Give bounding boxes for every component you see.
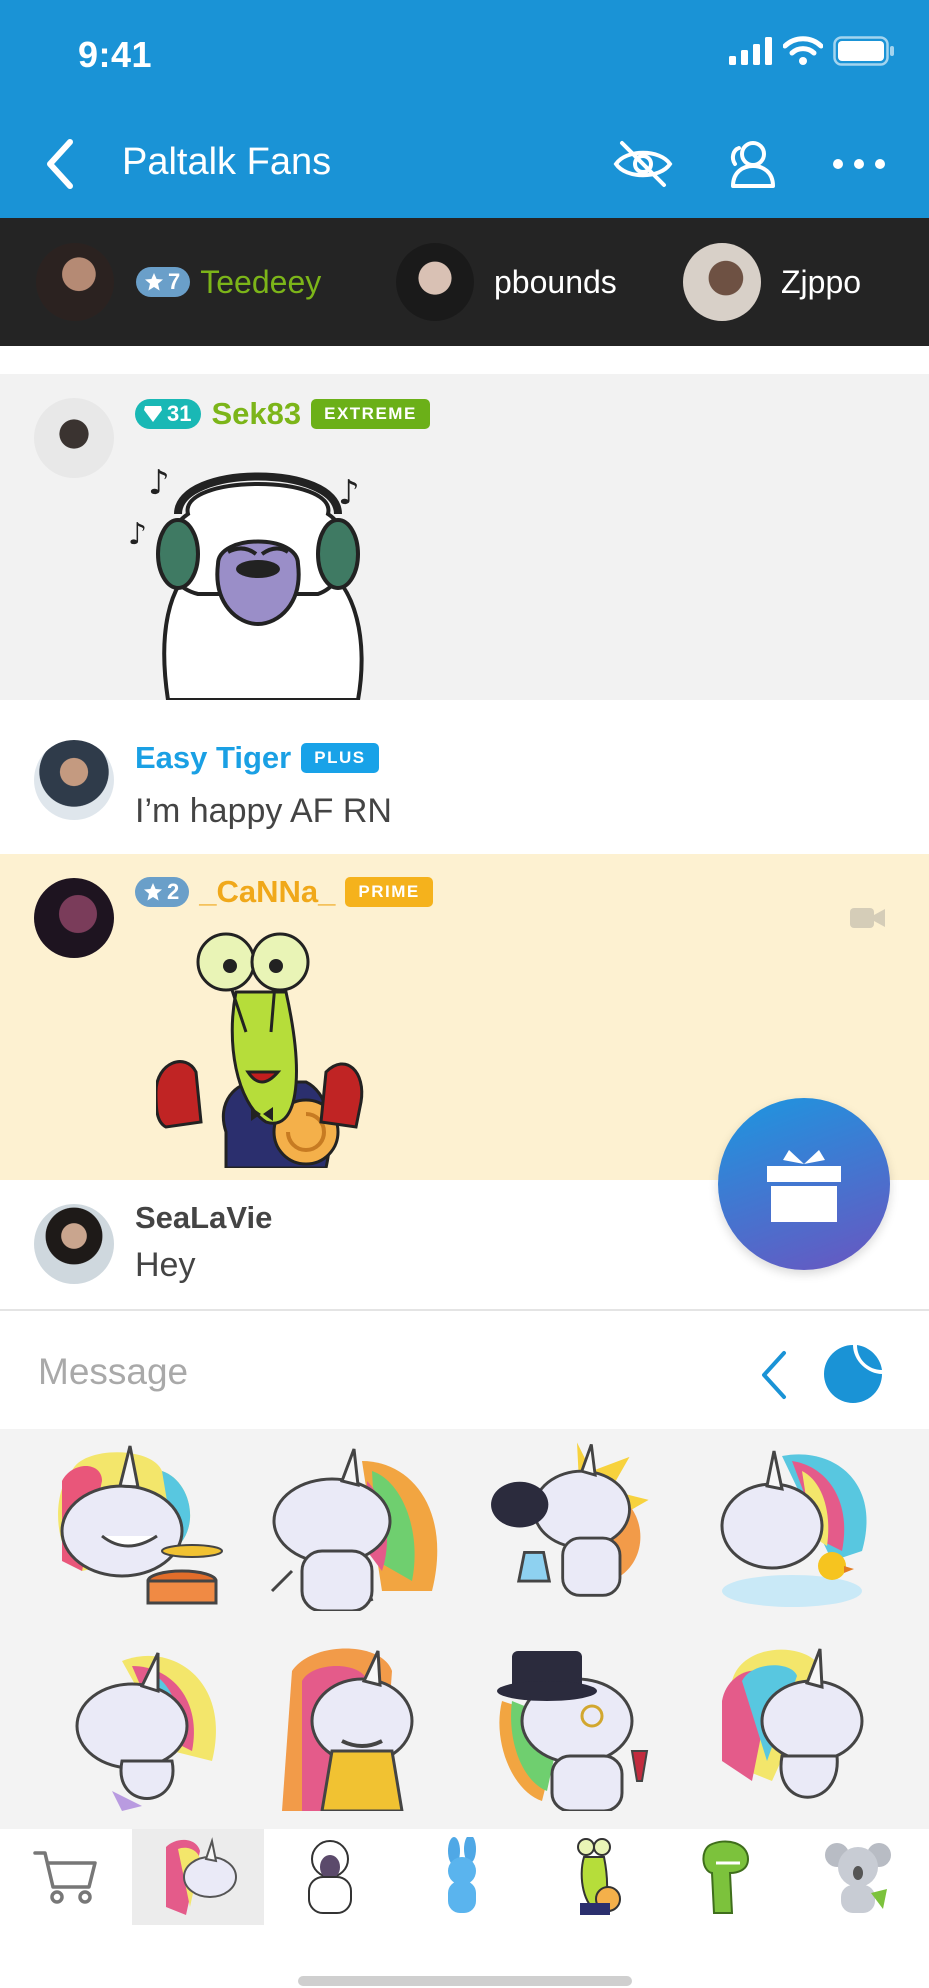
message-input[interactable]: Message — [38, 1351, 188, 1393]
cart-icon — [33, 1851, 97, 1904]
sheep-headphones-sticker: ♪ ♪ ♪ — [128, 463, 364, 700]
viewer-name: pbounds — [494, 263, 617, 300]
sticker-store-button[interactable] — [0, 1829, 132, 1925]
message-header: SeaLaVie — [135, 1200, 272, 1236]
username[interactable]: Easy Tiger — [135, 740, 291, 776]
rabbit-pack-icon — [448, 1837, 476, 1913]
rank-badge: 7 — [136, 267, 191, 297]
more-dots-icon — [833, 159, 885, 169]
avatar[interactable] — [34, 740, 114, 820]
message-header: 2 _CaNNa_ PRIME — [135, 874, 433, 910]
eye-hidden-icon — [613, 141, 673, 187]
sheep-pack-icon — [308, 1840, 352, 1914]
sticker-grid — [0, 1429, 929, 1829]
back-chevron-icon[interactable] — [38, 134, 82, 194]
sticker-toggle-icon[interactable] — [822, 1343, 884, 1405]
koala-pack-icon — [825, 1843, 891, 1913]
viewer-teedeey[interactable]: 7 Teedeey — [36, 242, 321, 322]
rank-badge: 2 — [135, 877, 190, 907]
svg-text:♪: ♪ — [148, 463, 170, 503]
svg-text:♪: ♪ — [128, 517, 147, 552]
room-title: Paltalk Fans — [122, 141, 332, 183]
pack-tab-snail[interactable] — [528, 1829, 660, 1925]
pack-tab-koala[interactable] — [792, 1829, 924, 1925]
users-button[interactable] — [718, 134, 784, 194]
svg-text:♪: ♪ — [338, 473, 360, 513]
more-button[interactable] — [826, 134, 892, 194]
dinosaur-pack-icon — [702, 1840, 750, 1914]
sticker-packs-bar — [0, 1829, 929, 1927]
viewer-name: Zjppo — [781, 263, 862, 300]
unicorn-shrug-sticker[interactable] — [262, 1441, 452, 1611]
avatar — [36, 243, 114, 321]
tier-badge: PRIME — [345, 877, 433, 907]
viewer-zjppo[interactable]: Zjppo — [683, 242, 861, 322]
avatar — [683, 243, 761, 321]
unicorn-pack-icon — [166, 1837, 237, 1915]
snail-pack-icon — [577, 1838, 621, 1915]
gift-button[interactable] — [718, 1098, 890, 1270]
chat-message: Easy Tiger PLUS I’m happy AF RN — [0, 700, 929, 854]
pack-tab-dinosaur[interactable] — [660, 1829, 792, 1925]
gift-icon — [767, 1150, 841, 1222]
users-icon — [730, 141, 775, 188]
unicorn-gentleman-sticker[interactable] — [482, 1641, 672, 1811]
username[interactable]: SeaLaVie — [135, 1200, 272, 1236]
unicorn-bath-sticker[interactable] — [712, 1441, 902, 1611]
username[interactable]: Sek83 — [211, 396, 301, 432]
status-icons — [729, 36, 895, 66]
pack-tab-sheep[interactable] — [264, 1829, 396, 1925]
tier-badge: EXTREME — [311, 399, 430, 429]
home-indicator — [298, 1976, 632, 1986]
broadcasters-strip: 7 Teedeey pbounds Zjppo — [0, 218, 929, 346]
message-header: 31 Sek83 EXTREME — [135, 396, 430, 432]
star-icon — [145, 273, 163, 291]
tier-badge: PLUS — [301, 743, 379, 773]
viewer-pbounds[interactable]: pbounds — [396, 242, 617, 322]
avatar[interactable] — [34, 1204, 114, 1284]
avatar[interactable] — [34, 398, 114, 478]
top-bar: 9:41 Paltalk Fans — [0, 0, 929, 218]
username[interactable]: _CaNNa_ — [199, 874, 335, 910]
message-composer: Message — [0, 1309, 929, 1429]
wifi-icon — [783, 36, 823, 65]
pack-tab-rabbit[interactable] — [396, 1829, 528, 1925]
pack-tab-unicorn[interactable] — [132, 1829, 264, 1925]
unicorn-drummer-sticker[interactable] — [42, 1441, 232, 1611]
unicorn-mischief-sticker[interactable] — [62, 1641, 252, 1811]
star-icon — [144, 883, 162, 901]
avatar[interactable] — [34, 878, 114, 958]
unicorn-nervous-sticker[interactable] — [712, 1641, 902, 1811]
chat-message: 31 Sek83 EXTREME ♪ ♪ ♪ — [0, 374, 929, 700]
message-header: Easy Tiger PLUS — [135, 740, 379, 776]
message-text: I’m happy AF RN — [135, 792, 392, 830]
signal-icon — [729, 37, 772, 65]
diamond-badge: 31 — [135, 399, 202, 429]
unicorn-disguise-sticker[interactable] — [272, 1641, 462, 1811]
message-text: Hey — [135, 1246, 196, 1284]
snail-thumbs-up-sticker — [156, 932, 364, 1168]
diamond-icon — [144, 406, 162, 422]
collapse-chevron-icon[interactable] — [758, 1349, 790, 1401]
video-camera-icon — [850, 908, 885, 928]
avatar — [396, 243, 474, 321]
battery-icon — [833, 36, 894, 66]
hide-button[interactable] — [610, 134, 676, 194]
viewer-name: Teedeey — [200, 263, 322, 300]
unicorn-scientist-sticker[interactable] — [482, 1433, 672, 1603]
status-time: 9:41 — [78, 34, 153, 75]
